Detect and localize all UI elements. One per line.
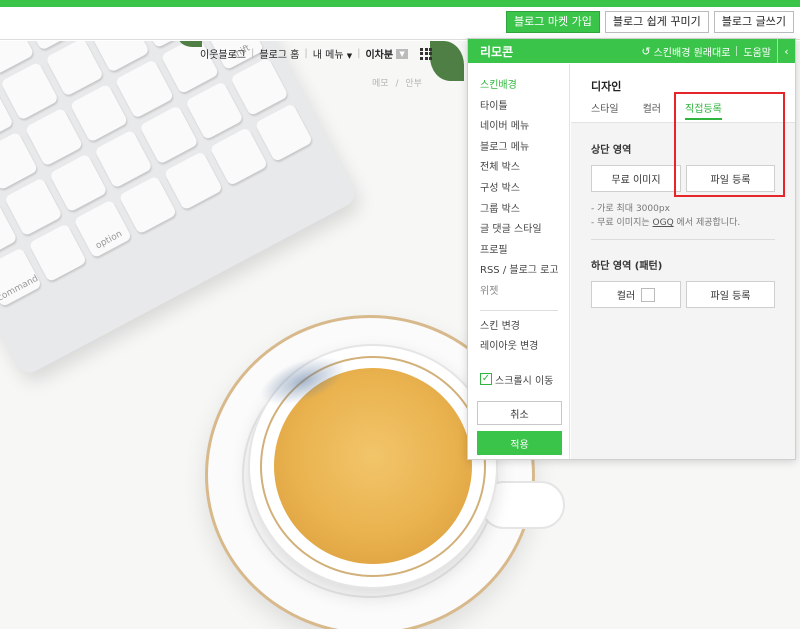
remocon-header: 리모콘 ↺ 스킨배경 원래대로 도움말 ‹ xyxy=(468,39,795,63)
keyboard-key xyxy=(229,57,289,117)
design-title: 디자인 xyxy=(591,80,622,93)
keyboard-key xyxy=(0,61,60,121)
menu-item[interactable]: 그룹 박스 xyxy=(480,200,569,221)
user-name-link[interactable]: 이차분 xyxy=(365,46,393,61)
width-limit-note: - 가로 최대 3000px xyxy=(591,204,670,214)
keyboard-key xyxy=(163,151,223,211)
highlight-box xyxy=(674,92,785,197)
scroll-move-checkbox[interactable]: ✓ 스크롤시 이동 xyxy=(480,372,569,387)
blog-write-button[interactable]: 블로그 글쓰기 xyxy=(713,11,794,33)
bottom-file-upload-button[interactable]: 파일 등록 xyxy=(686,281,775,308)
top-green-strip xyxy=(0,0,800,7)
tab-style[interactable]: 스타일 xyxy=(591,100,619,120)
keyboard-key xyxy=(49,153,108,213)
color-swatch xyxy=(641,287,656,302)
help-link[interactable]: 도움말 xyxy=(743,44,771,59)
keyboard-key xyxy=(115,59,174,119)
top-area-label: 상단 영역 xyxy=(591,145,632,156)
menu-item[interactable]: 글 댓글 스타일 xyxy=(480,220,569,241)
user-dropdown-icon[interactable]: ▼ xyxy=(396,48,409,59)
bottom-area-label: 하단 영역 (패턴) xyxy=(591,261,663,272)
menu-item-extra[interactable]: 스킨 변경 xyxy=(480,317,569,338)
checkmark-icon: ✓ xyxy=(480,373,492,386)
my-menu-link[interactable]: 내 메뉴 ▼ xyxy=(313,46,352,61)
keyboard-key xyxy=(254,103,314,163)
menu-item[interactable]: 구성 박스 xyxy=(480,179,569,200)
top-toolbar: 블로그 마켓 가입 블로그 쉽게 꾸미기 블로그 글쓰기 xyxy=(0,7,800,40)
keyboard-key: option xyxy=(73,199,133,259)
bottom-color-button[interactable]: 컬러 xyxy=(591,281,681,308)
blog-sub-nav: 메모 / 안부 xyxy=(372,79,422,89)
chevron-left-icon: ‹ xyxy=(784,44,789,58)
keyboard-key xyxy=(28,223,88,283)
leaf-decoration xyxy=(430,41,464,81)
menu-item-extra[interactable]: 레이아웃 변경 xyxy=(480,337,569,358)
blog-market-join-button[interactable]: 블로그 마켓 가입 xyxy=(505,11,600,33)
ogq-link[interactable]: OGQ xyxy=(653,218,674,228)
menu-item[interactable]: 타이틀 xyxy=(480,97,569,118)
refresh-icon: ↺ xyxy=(641,44,651,58)
keyboard-key xyxy=(209,127,268,187)
keyboard-key xyxy=(118,175,178,235)
menu-item[interactable]: 위젯 xyxy=(480,282,569,303)
keyboard-key xyxy=(4,177,63,237)
menu-item[interactable]: RSS / 블로그 로고 xyxy=(480,261,569,282)
menu-item[interactable]: 블로그 메뉴 xyxy=(480,138,569,159)
ogq-note: - 무료 이미지는 OGQ 에서 제공합니다. xyxy=(591,218,741,228)
keyboard-key xyxy=(69,83,129,143)
blog-top-nav: 이웃블로그 | 블로그 홈 | 내 메뉴 ▼ | 이차분 ▼ xyxy=(200,46,433,61)
collapse-panel-button[interactable]: ‹ xyxy=(777,39,795,63)
keyboard-key xyxy=(24,107,84,167)
reset-skin-background-button[interactable]: ↺ 스킨배경 원래대로 xyxy=(641,44,730,59)
tab-color[interactable]: 컬러 xyxy=(643,100,661,120)
memo-link[interactable]: 메모 xyxy=(372,79,389,89)
keyboard-key xyxy=(45,41,105,97)
remocon-title: 리모콘 xyxy=(480,44,514,59)
menu-item[interactable]: 스킨배경 xyxy=(480,76,569,97)
app-grid-icon[interactable] xyxy=(420,47,433,60)
easy-decorate-button[interactable]: 블로그 쉽게 꾸미기 xyxy=(604,11,709,33)
ansu-link[interactable]: 안부 xyxy=(405,79,422,89)
neighbor-blog-link[interactable]: 이웃블로그 xyxy=(200,46,246,61)
remocon-menu: 스킨배경 타이틀 네이버 메뉴 블로그 메뉴 전체 박스 구성 박스 그룹 박스 글 댓글 스… xyxy=(468,64,570,459)
cancel-button[interactable]: 취소 xyxy=(477,401,562,425)
apply-button[interactable]: 적용 xyxy=(477,431,562,455)
menu-item[interactable]: 프로필 xyxy=(480,241,569,262)
keyboard-key xyxy=(139,105,199,165)
menu-item[interactable]: 네이버 메뉴 xyxy=(480,117,569,138)
chevron-down-icon: ▼ xyxy=(346,52,353,60)
keyboard-key xyxy=(94,129,154,189)
keyboard-key xyxy=(184,81,244,141)
menu-item[interactable]: 전체 박스 xyxy=(480,158,569,179)
free-image-button[interactable]: 무료 이미지 xyxy=(591,165,681,192)
blog-home-link[interactable]: 블로그 홈 xyxy=(259,46,299,61)
